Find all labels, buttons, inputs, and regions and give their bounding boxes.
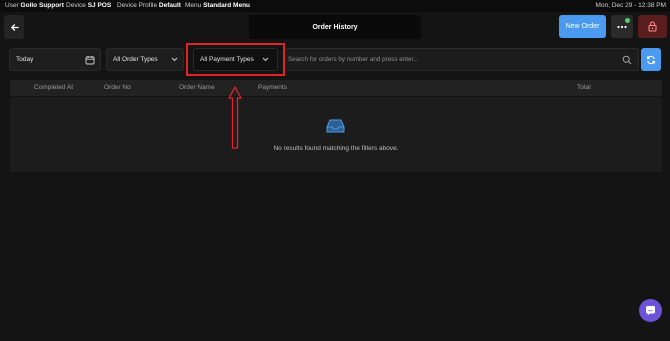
column-header-completed-at: Completed At	[34, 84, 74, 91]
chevron-down-icon	[171, 57, 178, 62]
column-header-payments: Payments	[258, 84, 287, 91]
back-button[interactable]	[4, 15, 24, 39]
order-types-value: All Order Types	[113, 56, 158, 63]
chat-icon	[646, 306, 655, 316]
online-status-dot	[625, 18, 630, 23]
table-header: Completed At Order No Order Name Payment…	[10, 80, 662, 96]
date-filter[interactable]: Today	[9, 48, 101, 71]
search-placeholder: Search for orders by number and press en…	[288, 56, 419, 63]
chat-button[interactable]	[639, 299, 662, 322]
column-header-order-name: Order Name	[179, 84, 215, 91]
search-icon	[622, 55, 632, 65]
inbox-icon	[326, 119, 345, 133]
page-title: Order History	[249, 15, 421, 39]
column-header-order-no: Order No	[104, 84, 131, 91]
filter-bar: Today All Order Types All Payment Types …	[0, 48, 670, 72]
refresh-icon	[647, 55, 655, 64]
top-bar: Order History New Order	[0, 12, 670, 42]
empty-state: No results found matching the filters ab…	[10, 97, 662, 172]
column-header-total: Total	[577, 84, 591, 91]
status-device-profile: Device Profile Default	[117, 2, 181, 9]
status-datetime: Mon, Dec 29 - 12:38 PM	[595, 2, 666, 9]
status-bar: User Gollo Support Device SJ POS Device …	[0, 0, 670, 12]
arrow-left-icon	[10, 23, 19, 31]
new-order-button[interactable]: New Order	[559, 15, 606, 38]
order-search-input[interactable]: Search for orders by number and press en…	[283, 48, 639, 71]
status-menu: Menu Standard Menu	[185, 2, 251, 9]
more-button[interactable]	[611, 15, 633, 38]
lock-button[interactable]	[638, 15, 667, 38]
ellipsis-icon	[617, 25, 627, 28]
calendar-icon	[85, 56, 95, 65]
status-device: Device SJ POS	[66, 2, 112, 9]
empty-state-message: No results found matching the filters ab…	[273, 145, 399, 152]
refresh-button[interactable]	[641, 48, 661, 71]
annotation-highlight-box	[186, 43, 285, 76]
lock-icon	[648, 21, 657, 32]
up-arrow-annotation	[228, 86, 242, 149]
order-types-filter[interactable]: All Order Types	[106, 48, 184, 71]
date-filter-value: Today	[16, 56, 34, 63]
status-user: User Gollo Support	[5, 2, 64, 9]
